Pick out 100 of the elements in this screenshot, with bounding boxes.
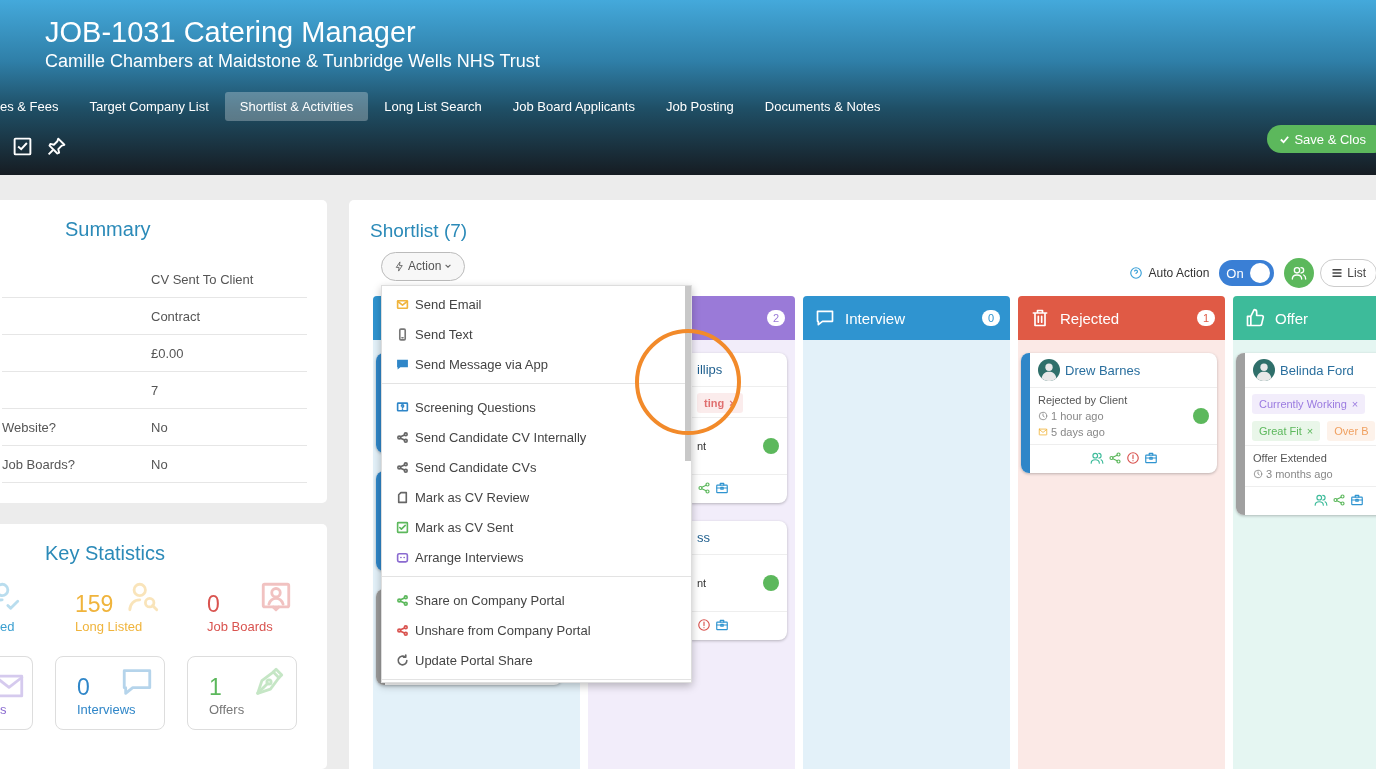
menu-item[interactable]: Mark as CV Sent (382, 512, 691, 542)
bolt-icon (394, 260, 405, 272)
statistic-tile[interactable]: s (0, 656, 33, 730)
statistic-label: s (0, 701, 7, 719)
people-icon (1291, 265, 1308, 281)
candidate-status: nt (697, 576, 708, 591)
caret-icon (444, 262, 453, 270)
candidate-status: Rejected by Client (1038, 393, 1129, 408)
menu-item[interactable]: Send Text (382, 319, 691, 349)
statistic-value: 0 (207, 590, 220, 618)
menu-item[interactable]: Mark as CV Review (382, 482, 691, 512)
briefcase-icon[interactable] (715, 481, 729, 495)
candidate-name[interactable]: Drew Barnes (1065, 362, 1141, 378)
statistic-value: 1 (209, 673, 222, 701)
tab[interactable]: Documents & Notes (749, 92, 896, 121)
menu-item[interactable]: Send Candidate CVs (382, 452, 691, 482)
alert-icon[interactable] (1125, 451, 1140, 465)
email-time: 5 days ago (1051, 425, 1105, 440)
menu-item[interactable]: Send Email (382, 289, 691, 319)
clock-icon (1253, 469, 1263, 479)
job-title: JOB-1031 Catering Manager (45, 15, 417, 50)
candidate-status: nt (697, 439, 708, 454)
menu-item[interactable]: Send Message via App (382, 349, 691, 379)
menu-scrollbar[interactable] (685, 286, 691, 461)
menu-item[interactable]: Update Portal Share (382, 645, 691, 675)
pin-icon[interactable] (46, 136, 67, 157)
column-title: Interview (845, 309, 906, 327)
candidate-card[interactable]: Drew Barnes Rejected by Client 1 hour ago 5 days ago (1021, 353, 1217, 473)
list-icon (1331, 267, 1344, 279)
share-icon[interactable] (1107, 451, 1122, 465)
field-value: Contract (151, 308, 201, 324)
checkbox-icon[interactable] (12, 136, 33, 157)
count-badge: 1 (1197, 310, 1215, 326)
field-label: Website? (2, 419, 56, 435)
tag: Over B (1327, 421, 1376, 441)
action-dropdown[interactable]: Action (381, 251, 466, 281)
candidate-card[interactable]: ss nt (691, 521, 787, 640)
shortlist-title: Shortlist (7) (370, 219, 469, 243)
share-icon[interactable] (1331, 493, 1346, 507)
menu-item[interactable]: Screening Questions (382, 392, 691, 422)
statistic-tile[interactable]: 0 Interviews (55, 656, 165, 730)
candidate-name[interactable]: Belinda Ford (1280, 362, 1354, 378)
statistic-icon (127, 580, 161, 614)
tag: Currently Working × (1252, 394, 1366, 414)
people-icon[interactable] (1313, 493, 1328, 507)
briefcase-icon[interactable] (1143, 451, 1158, 465)
tab[interactable]: Target Company List (74, 92, 224, 121)
statistic-label: Interviews (77, 701, 136, 719)
statistic-value: 159 (75, 590, 114, 618)
field-value: 7 (151, 382, 159, 398)
statistic-label: Long Listed (75, 618, 143, 636)
list-view-button[interactable]: List (1320, 259, 1376, 287)
count-badge: 0 (982, 310, 1000, 326)
menu-item[interactable]: Arrange Interviews (382, 542, 691, 572)
tab[interactable]: Job Board Applicants (497, 92, 650, 121)
auto-action-label: Auto Action (1148, 266, 1210, 280)
menu-item[interactable]: Share on Company Portal (382, 585, 691, 615)
column-title: Rejected (1060, 309, 1120, 327)
tab[interactable]: Job Posting (650, 92, 749, 121)
alert-icon[interactable] (697, 618, 711, 632)
field-label: Job Boards? (2, 456, 75, 472)
tab[interactable]: es & Fees (0, 92, 74, 121)
share-icon[interactable] (697, 481, 711, 495)
people-icon[interactable] (1089, 451, 1104, 465)
menu-item[interactable]: Unshare from Company Portal (382, 615, 691, 645)
statistics-title: Key Statistics (44, 542, 167, 566)
field-value: No (151, 419, 168, 435)
clock-icon (1038, 411, 1048, 421)
statistic-tile[interactable]: 1 Offers (187, 656, 297, 730)
statistic-icon (259, 580, 293, 614)
avatar (1038, 359, 1060, 381)
activity-time: 1 hour ago (1051, 409, 1104, 424)
statistic-label: Job Boards (207, 618, 273, 636)
help-icon[interactable] (1128, 266, 1143, 280)
job-subtitle: Camille Chambers at Maidstone & Tunbridge Wells NHS Trust (45, 50, 541, 72)
tag: Great Fit × (1252, 421, 1321, 441)
candidate-name[interactable]: illips (697, 362, 723, 377)
briefcase-icon[interactable] (715, 618, 729, 632)
candidate-card[interactable]: Belinda Ford Currently Working × Great Fit × Over B Offer Extended 3 months ago (1236, 353, 1376, 515)
column-icon (815, 308, 835, 328)
tick-icon (1279, 133, 1291, 145)
candidate-name[interactable]: ss (697, 530, 710, 545)
auto-action-toggle[interactable]: On (1219, 260, 1275, 286)
envelope-icon (1038, 427, 1048, 437)
count-badge: 2 (767, 310, 785, 326)
field-value: CV Sent To Client (151, 271, 254, 287)
candidate-status: Offer Extended (1253, 451, 1328, 466)
column-title: Offer (1275, 309, 1309, 327)
menu-item[interactable]: Send Candidate CV Internally (382, 422, 691, 452)
tab[interactable]: Shortlist & Activities (224, 92, 369, 121)
field-value: £0.00 (151, 345, 184, 361)
summary-title: Summary (64, 218, 152, 242)
column-icon (1245, 308, 1265, 328)
field-value: No (151, 456, 168, 472)
column-icon (1030, 308, 1050, 328)
tab[interactable]: Long List Search (369, 92, 497, 121)
briefcase-icon[interactable] (1349, 493, 1364, 507)
candidates-button[interactable] (1284, 258, 1315, 288)
statistic-label: ed (0, 618, 15, 636)
avatar (1253, 359, 1275, 381)
